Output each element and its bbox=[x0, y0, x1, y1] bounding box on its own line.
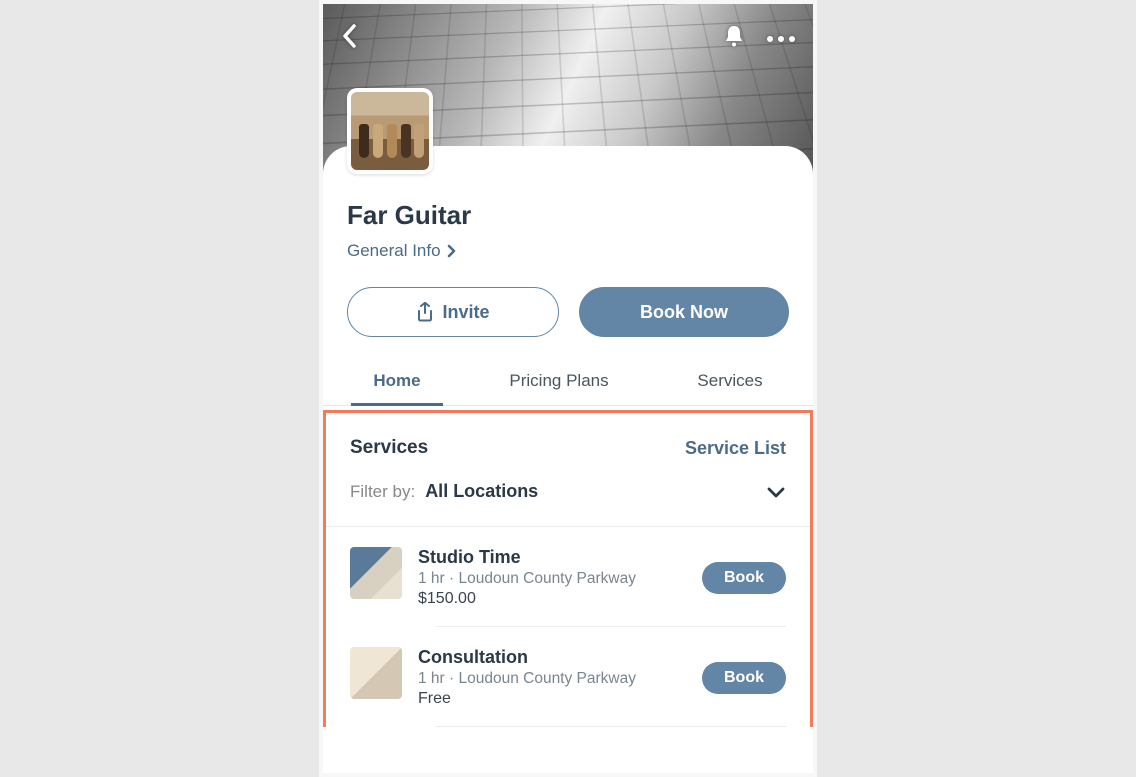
service-name: Consultation bbox=[418, 647, 686, 668]
general-info-link[interactable]: General Info bbox=[347, 241, 457, 261]
service-thumbnail bbox=[350, 647, 402, 699]
share-icon bbox=[416, 302, 434, 322]
invite-button[interactable]: Invite bbox=[347, 287, 559, 337]
bell-icon[interactable] bbox=[723, 24, 745, 53]
service-price: Free bbox=[418, 690, 686, 708]
chevron-down-icon bbox=[766, 486, 786, 498]
book-now-label: Book Now bbox=[640, 302, 728, 323]
service-thumbnail bbox=[350, 547, 402, 599]
invite-label: Invite bbox=[442, 302, 489, 323]
avatar[interactable] bbox=[347, 88, 433, 174]
filter-value: All Locations bbox=[425, 481, 538, 502]
book-button[interactable]: Book bbox=[702, 562, 786, 594]
filter-dropdown[interactable]: Filter by: All Locations bbox=[326, 469, 810, 527]
book-now-button[interactable]: Book Now bbox=[579, 287, 789, 337]
service-price: $150.00 bbox=[418, 590, 686, 608]
tab-services[interactable]: Services bbox=[689, 359, 770, 405]
tab-bar: Home Pricing Plans Services bbox=[323, 359, 813, 406]
service-list-link[interactable]: Service List bbox=[685, 438, 786, 459]
book-button[interactable]: Book bbox=[702, 662, 786, 694]
page-title: Far Guitar bbox=[347, 200, 789, 231]
tab-pricing-plans[interactable]: Pricing Plans bbox=[501, 359, 616, 405]
divider bbox=[436, 726, 786, 727]
service-row[interactable]: Consultation 1 hr · Loudoun County Parkw… bbox=[326, 627, 810, 726]
service-name: Studio Time bbox=[418, 547, 686, 568]
tab-home[interactable]: Home bbox=[365, 359, 428, 405]
chevron-right-icon bbox=[447, 244, 457, 258]
page-canvas: Far Guitar General Info Invite Book Now bbox=[319, 0, 817, 777]
services-heading: Services bbox=[350, 437, 428, 459]
profile-card: Far Guitar General Info Invite Book Now bbox=[323, 146, 813, 727]
general-info-label: General Info bbox=[347, 241, 441, 261]
back-icon[interactable] bbox=[341, 22, 359, 55]
service-row[interactable]: Studio Time 1 hr · Loudoun County Parkwa… bbox=[326, 527, 810, 626]
services-section-highlight: Services Service List Filter by: All Loc… bbox=[323, 410, 813, 727]
filter-label: Filter by: bbox=[350, 482, 415, 502]
service-meta: 1 hr · Loudoun County Parkway bbox=[418, 670, 686, 688]
service-meta: 1 hr · Loudoun County Parkway bbox=[418, 570, 686, 588]
more-icon[interactable] bbox=[767, 36, 795, 42]
device-screen: Far Guitar General Info Invite Book Now bbox=[323, 4, 813, 773]
